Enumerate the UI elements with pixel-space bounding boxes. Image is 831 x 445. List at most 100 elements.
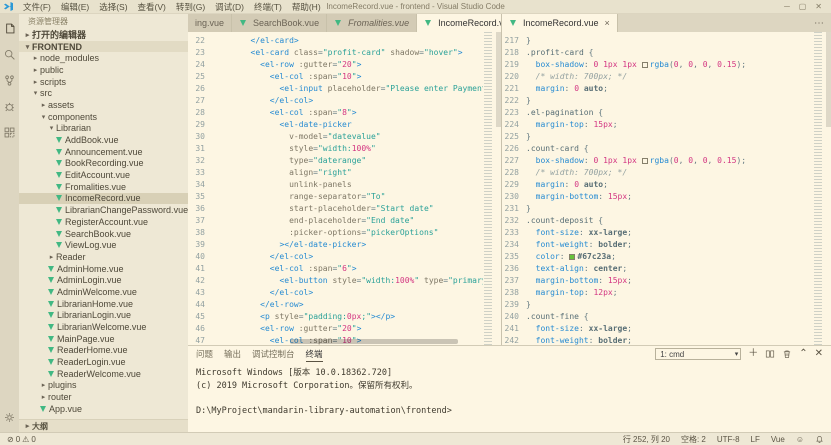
encoding-status[interactable]: UTF-8 — [717, 435, 740, 444]
file-item[interactable]: Fromalities.vue — [19, 181, 188, 193]
panel-tab[interactable]: 输出 — [224, 347, 241, 362]
code-editor-left[interactable]: 22 </el-card>23 <el-card class="profit-c… — [188, 32, 501, 345]
minimap-left[interactable] — [484, 32, 495, 345]
editor-tab[interactable]: IncomeRecord.vue× — [502, 14, 618, 32]
outline-section[interactable]: ▸ 大纲 — [19, 419, 188, 432]
file-item[interactable]: App.vue — [19, 403, 188, 415]
code-editor-right[interactable]: 217}218.profit-card {219 box-shadow: 0 1… — [502, 32, 831, 345]
minimize-icon[interactable]: ─ — [784, 2, 790, 11]
close-tab-icon[interactable]: × — [603, 18, 610, 28]
file-item[interactable]: IncomeRecord.vue — [19, 193, 188, 205]
extensions-icon[interactable] — [3, 125, 17, 139]
vue-icon — [56, 172, 62, 178]
menu-item[interactable]: 查看(V) — [133, 1, 171, 13]
file-item[interactable]: EditAccount.vue — [19, 169, 188, 181]
folder-item[interactable]: ▾FRONTEND — [19, 41, 188, 53]
vue-icon — [48, 301, 54, 307]
more-actions-icon[interactable]: ⋯ — [814, 18, 825, 29]
file-item[interactable]: SearchBook.vue — [19, 228, 188, 240]
file-item[interactable]: LibrarianChangePassword.vue — [19, 204, 188, 216]
vue-icon — [240, 20, 246, 26]
file-item[interactable]: RegisterAccount.vue — [19, 216, 188, 228]
editor-tab[interactable]: IncomeRecord.vue● — [417, 14, 501, 32]
terminal-output[interactable]: Microsoft Windows [版本 10.0.18362.720] (c… — [188, 362, 831, 432]
line-number: 34 — [188, 180, 212, 189]
menu-item[interactable]: 文件(F) — [18, 1, 56, 13]
maximize-panel-icon[interactable]: ⌃ — [799, 349, 807, 359]
folder-item[interactable]: ▸plugins — [19, 380, 188, 392]
file-item[interactable]: MainPage.vue — [19, 333, 188, 345]
vertical-scrollbar-right[interactable] — [826, 32, 831, 127]
file-item[interactable]: AdminHome.vue — [19, 263, 188, 275]
notifications-bell-icon[interactable] — [815, 435, 824, 444]
file-item[interactable]: LibrarianLogin.vue — [19, 310, 188, 322]
explorer-icon[interactable] — [3, 21, 17, 35]
folder-item[interactable]: ▸public — [19, 64, 188, 76]
menu-item[interactable]: 编辑(E) — [56, 1, 94, 13]
code-line: 234 font-weight: bolder; — [502, 238, 813, 250]
panel-tab[interactable]: 问题 — [196, 347, 213, 362]
file-item[interactable]: Announcement.vue — [19, 146, 188, 158]
folder-item[interactable]: ▸scripts — [19, 76, 188, 88]
file-item[interactable]: BookRecording.vue — [19, 158, 188, 170]
code-line: 233 font-size: xx-large; — [502, 226, 813, 238]
file-item[interactable]: LibrarianWelcome.vue — [19, 321, 188, 333]
panel-tab[interactable]: 调试控制台 — [252, 347, 295, 362]
editor-tab[interactable]: SearchBook.vue — [232, 14, 327, 32]
search-icon[interactable] — [3, 47, 17, 61]
problems-status[interactable]: ⊘ 0 ⚠ 0 — [7, 435, 36, 444]
folder-item[interactable]: ▸router — [19, 391, 188, 403]
chevron-down-icon: ▾ — [47, 124, 56, 132]
vue-icon — [48, 336, 54, 342]
line-number: 225 — [502, 132, 526, 141]
eol-status[interactable]: LF — [751, 435, 760, 444]
file-item[interactable]: ViewLog.vue — [19, 239, 188, 251]
close-panel-icon[interactable]: ✕ — [815, 349, 823, 359]
debug-icon[interactable] — [3, 99, 17, 113]
folder-item[interactable]: ▾components — [19, 111, 188, 123]
cursor-position[interactable]: 行 252, 列 20 — [623, 434, 670, 445]
menu-item[interactable]: 选择(S) — [94, 1, 132, 13]
folder-item[interactable]: ▾src — [19, 87, 188, 99]
folder-item[interactable]: ▸node_modules — [19, 52, 188, 64]
file-item[interactable]: AdminWelcome.vue — [19, 286, 188, 298]
menu-item[interactable]: 帮助(H) — [287, 1, 326, 13]
file-item[interactable]: ReaderWelcome.vue — [19, 368, 188, 380]
minimap-right[interactable] — [814, 32, 825, 345]
close-icon[interactable]: ✕ — [815, 2, 822, 11]
folder-item[interactable]: ▾Librarian — [19, 123, 188, 135]
folder-item[interactable]: ▸打开的编辑器 — [19, 29, 188, 41]
indentation-status[interactable]: 空格: 2 — [681, 434, 706, 445]
file-item[interactable]: ReaderHome.vue — [19, 345, 188, 357]
file-item[interactable]: AddBook.vue — [19, 134, 188, 146]
tree-item-label: LibrarianHome.vue — [57, 299, 133, 309]
terminal-select[interactable]: 1: cmd — [655, 348, 741, 360]
menu-item[interactable]: 转到(G) — [171, 1, 210, 13]
menu-item[interactable]: 调试(D) — [210, 1, 249, 13]
source-control-icon[interactable] — [3, 73, 17, 87]
split-terminal-icon[interactable] — [765, 349, 775, 359]
menu-item[interactable]: 终端(T) — [249, 1, 287, 13]
line-number: 29 — [188, 120, 212, 129]
tree-item-label: 打开的编辑器 — [32, 29, 86, 41]
kill-terminal-icon[interactable] — [782, 349, 792, 359]
editor-tab[interactable]: ing.vue — [188, 14, 232, 32]
settings-gear-icon[interactable] — [3, 410, 17, 424]
vue-icon — [56, 207, 62, 213]
file-item[interactable]: ReaderLogin.vue — [19, 356, 188, 368]
tree-item-label: App.vue — [49, 404, 82, 414]
tab-label: ing.vue — [195, 18, 224, 28]
language-mode[interactable]: Vue — [771, 435, 785, 444]
maximize-icon[interactable]: ▢ — [799, 2, 807, 11]
file-item[interactable]: LibrarianHome.vue — [19, 298, 188, 310]
horizontal-scrollbar-left[interactable] — [290, 339, 458, 344]
line-number: 227 — [502, 156, 526, 165]
new-terminal-icon[interactable]: ＋ — [748, 349, 758, 359]
file-item[interactable]: AdminLogin.vue — [19, 274, 188, 286]
editor-tab[interactable]: Fromalities.vue — [327, 14, 417, 32]
feedback-smiley-icon[interactable]: ☺ — [796, 435, 804, 444]
panel-tab[interactable]: 终端 — [306, 347, 323, 362]
folder-item[interactable]: ▸Reader — [19, 251, 188, 263]
code-line: 29 <el-date-picker — [188, 118, 483, 130]
folder-item[interactable]: ▸assets — [19, 99, 188, 111]
